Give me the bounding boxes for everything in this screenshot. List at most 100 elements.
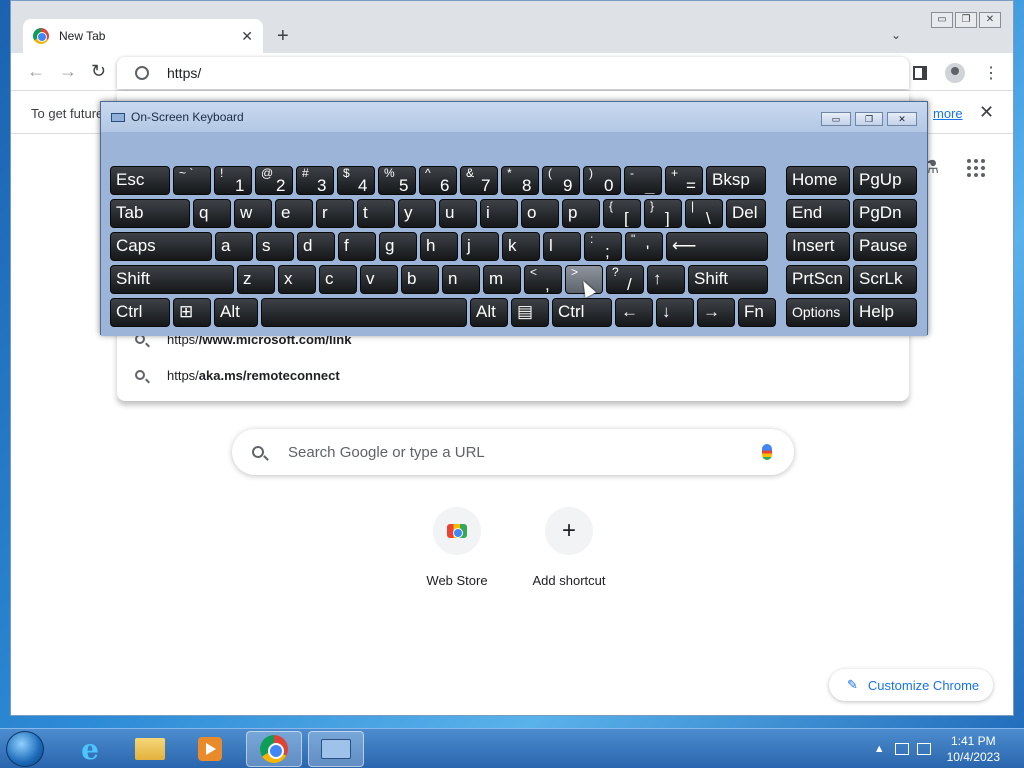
osk-key[interactable]: q [193,199,231,228]
tab-new-tab[interactable]: New Tab ✕ [23,19,263,53]
address-input[interactable]: https/ [167,65,201,81]
osk-key[interactable]: PgUp [853,166,917,195]
osk-key[interactable]: n [442,265,480,294]
osk-key[interactable]: d [297,232,335,261]
osk-key[interactable]: (9 [542,166,580,195]
close-window-button[interactable]: ✕ [979,12,1001,28]
osk-key[interactable]: k [502,232,540,261]
osk-key[interactable]: }] [644,199,682,228]
osk-key[interactable]: End [786,199,850,228]
osk-key[interactable]: ▤ [511,298,549,327]
taskbar-chrome[interactable] [246,731,302,767]
osk-key[interactable]: PrtScn [786,265,850,294]
osk-key[interactable]: {[ [603,199,641,228]
osk-key[interactable]: & 7 [460,166,498,195]
osk-key[interactable]: c [319,265,357,294]
profile-avatar-icon[interactable] [945,63,965,83]
osk-key[interactable]: Caps [110,232,212,261]
shortcut-add[interactable]: + Add shortcut [513,507,625,588]
osk-key[interactable] [261,298,467,327]
osk-key[interactable]: v [360,265,398,294]
osk-key[interactable]: <, [524,265,562,294]
osk-key[interactable]: + = [665,166,703,195]
osk-key[interactable]: ↑ [647,265,685,294]
osk-key[interactable]: z [237,265,275,294]
osk-maximize-button[interactable]: ❐ [855,112,883,126]
start-button[interactable] [6,731,44,767]
osk-key[interactable]: :; [584,232,622,261]
osk-key[interactable]: x [278,265,316,294]
osk-key[interactable]: % 5 [378,166,416,195]
osk-key[interactable]: s [256,232,294,261]
volume-muted-icon[interactable] [916,743,931,755]
osk-close-button[interactable]: ✕ [887,112,917,126]
osk-key[interactable]: i [480,199,518,228]
customize-chrome-button[interactable]: ✎ Customize Chrome [829,669,993,701]
infobar-close-icon[interactable]: ✕ [979,102,994,123]
osk-key[interactable]: Del [726,199,766,228]
osk-key[interactable]: m [483,265,521,294]
osk-key[interactable]: Ctrl [552,298,612,327]
osk-key[interactable]: a [215,232,253,261]
side-panel-icon[interactable] [913,66,927,80]
osk-key[interactable]: Shift [688,265,768,294]
tab-search-button[interactable]: ⌄ [891,28,901,42]
osk-key[interactable]: @2 [255,166,293,195]
osk-key[interactable]: w [234,199,272,228]
osk-key[interactable]: u [439,199,477,228]
osk-key[interactable]: * 8 [501,166,539,195]
osk-key[interactable]: r [316,199,354,228]
osk-key[interactable]: g [379,232,417,261]
osk-key[interactable]: ↓ [656,298,694,327]
osk-key[interactable]: Home [786,166,850,195]
osk-key[interactable]: | \ [685,199,723,228]
osk-minimize-button[interactable]: ▭ [821,112,851,126]
suggestion-item[interactable]: https/aka.ms/remoteconnect [117,359,909,391]
osk-key[interactable]: $4 [337,166,375,195]
search-placeholder[interactable]: Search Google or type a URL [288,444,762,461]
osk-key[interactable]: ⊞ [173,298,211,327]
osk-key[interactable]: Tab [110,199,190,228]
osk-key[interactable]: - _ [624,166,662,195]
osk-key[interactable]: ~ ` [173,166,211,195]
new-tab-button[interactable]: + [277,25,289,48]
osk-key[interactable]: Alt [214,298,258,327]
osk-key[interactable]: Bksp [706,166,766,195]
google-search-box[interactable]: Search Google or type a URL [232,429,794,475]
osk-key[interactable]: Esc [110,166,170,195]
clock[interactable]: 1:41 PM 10/4/2023 [947,733,1000,765]
tab-close-icon[interactable]: ✕ [241,28,253,45]
taskbar-explorer[interactable] [122,731,178,767]
forward-icon[interactable]: → [59,61,77,82]
osk-key[interactable]: y [398,199,436,228]
osk-key[interactable]: f [338,232,376,261]
apps-grid-icon[interactable] [967,159,985,177]
osk-key[interactable]: " ' [625,232,663,261]
osk-key[interactable]: Pause [853,232,917,261]
osk-key[interactable]: → [697,298,735,327]
address-bar[interactable]: https/ [117,57,909,89]
osk-key[interactable]: ) 0 [583,166,621,195]
osk-key[interactable]: Alt [470,298,508,327]
osk-key[interactable]: l [543,232,581,261]
osk-key[interactable]: o [521,199,559,228]
osk-key[interactable]: ⟵ [666,232,768,261]
osk-key[interactable]: ? / [606,265,644,294]
osk-key[interactable]: h [420,232,458,261]
osk-key[interactable]: p [562,199,600,228]
infobar-learn-more-link[interactable]: more [933,106,963,121]
osk-key[interactable]: #3 [296,166,334,195]
osk-key[interactable]: b [401,265,439,294]
reload-icon[interactable]: ↻ [91,61,106,82]
osk-title-bar[interactable]: On-Screen Keyboard ▭ ❐ ✕ [101,102,927,132]
shortcut-web-store[interactable]: Web Store [401,507,513,588]
back-icon[interactable]: ← [27,61,45,82]
kebab-menu-icon[interactable]: ⋮ [983,63,999,83]
osk-key[interactable]: ! 1 [214,166,252,195]
osk-key[interactable]: Shift [110,265,234,294]
osk-key[interactable]: Ctrl [110,298,170,327]
osk-key[interactable]: j [461,232,499,261]
taskbar-osk[interactable] [308,731,364,767]
osk-key[interactable]: Insert [786,232,850,261]
microphone-icon[interactable] [762,444,772,460]
